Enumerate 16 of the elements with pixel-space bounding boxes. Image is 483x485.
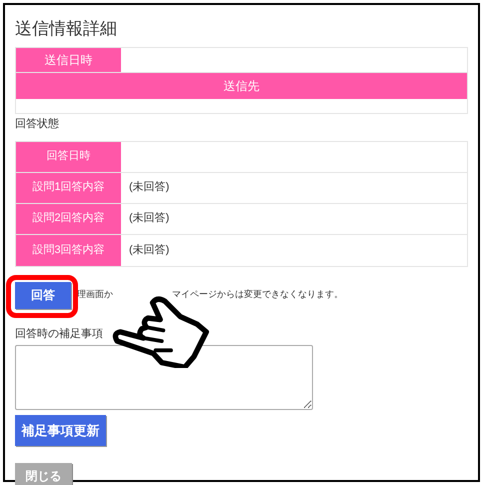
answer-button[interactable]: 回答	[15, 282, 71, 308]
page-title: 送信情報詳細	[15, 19, 118, 39]
remarks-field[interactable]	[15, 345, 313, 410]
update-button[interactable]: 補足事項更新	[15, 415, 106, 446]
label-cell: 設問3回答内容	[16, 234, 121, 266]
remarks-label: 回答時の補足事項	[15, 326, 103, 342]
label-cell: 設問2回答内容	[16, 204, 121, 234]
label-cell: 設問1回答内容	[16, 172, 121, 202]
label-cell: 回答日時	[16, 142, 121, 172]
section-label: 回答状態	[15, 117, 60, 132]
header-cell: 送信先	[16, 73, 467, 99]
value-cell-text: (未回答)	[128, 211, 170, 226]
notice-text: マイページからは変更できなくなります。	[172, 288, 343, 302]
label-cell: 送信日時	[16, 48, 121, 72]
value-cell-text: (未回答)	[128, 180, 170, 196]
value-cell-text: (未回答)	[128, 242, 170, 258]
